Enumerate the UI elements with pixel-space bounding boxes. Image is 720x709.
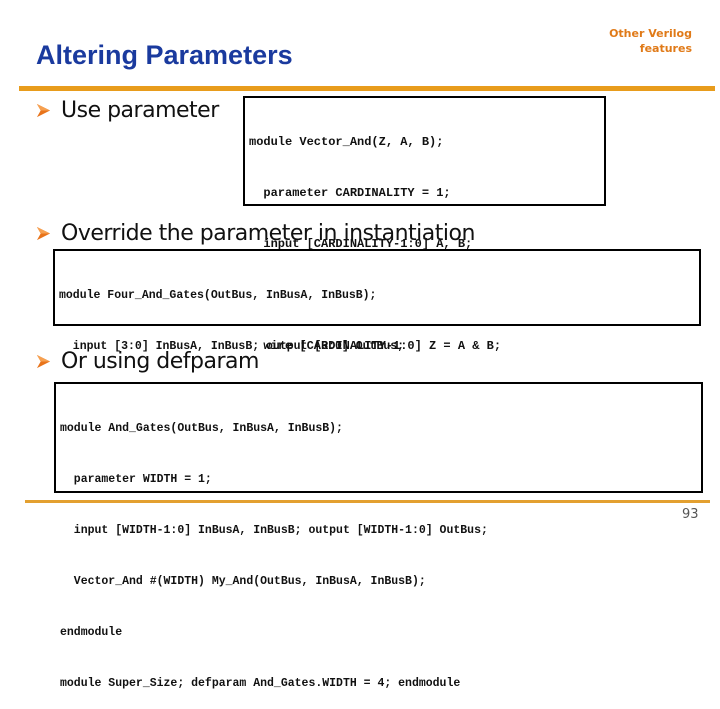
title-underline-divider [19,86,715,91]
code-line: module Four_And_Gates(OutBus, InBusA, In… [59,289,377,302]
section-note-line: features [639,42,692,55]
section-note-line: Other Verilog [609,27,692,40]
code-line: module Vector_And(Z, A, B); [249,135,444,149]
code-line: module And_Gates(OutBus, InBusA, InBusB)… [60,422,343,435]
code-line: module Super_Size; defparam And_Gates.WI… [60,677,461,690]
orange-arrow-bullet-icon [36,103,51,118]
slide-title: Altering Parameters [36,40,293,70]
code-line: endmodule [60,626,123,639]
code-line: Vector_And #(WIDTH) My_And(OutBus, InBus… [60,575,426,588]
orange-arrow-bullet-icon [36,354,51,369]
code-line: parameter CARDINALITY = 1; [249,186,451,200]
bullet-override-parameter: Override the parameter in instantiation [36,221,475,246]
bullet-defparam: Or using defparam [36,349,259,374]
code-line: input [WIDTH-1:0] InBusA, InBusB; output… [60,524,488,537]
bullet-text: Or using defparam [61,349,259,374]
bullet-text: Use parameter [61,98,219,123]
footer-divider [25,500,710,503]
bullet-use-parameter: Use parameter [36,98,219,123]
section-note: Other Verilog features [609,26,692,56]
code-block-four-and-gates: module Four_And_Gates(OutBus, InBusA, In… [53,249,701,455]
code-block-vector-and: module Vector_And(Z, A, B); parameter CA… [243,96,606,404]
orange-arrow-bullet-icon [36,226,51,241]
bullet-text: Override the parameter in instantiation [61,221,475,246]
page-number: 93 [682,507,699,522]
code-block-and-gates-defparam: module And_Gates(OutBus, InBusA, InBusB)… [54,382,703,690]
code-line: parameter WIDTH = 1; [60,473,212,486]
